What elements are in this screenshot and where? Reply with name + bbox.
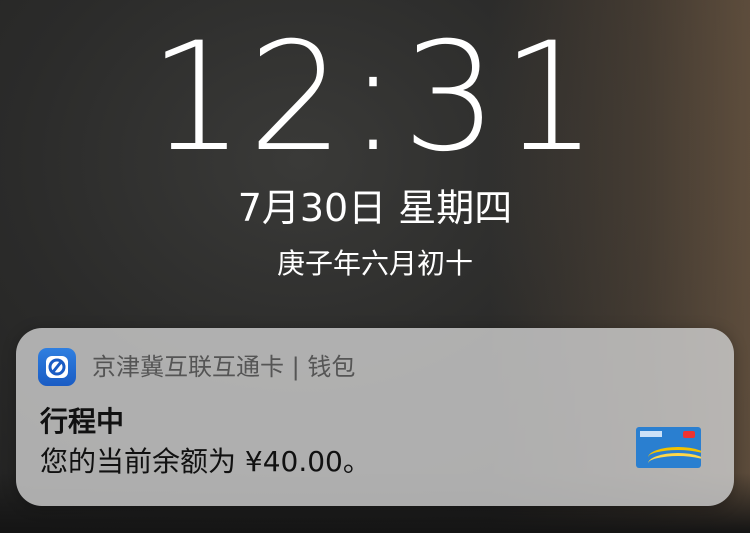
lockscreen-time: 12:31 [148, 11, 602, 185]
wallet-notification[interactable]: 京津冀互联互通卡 | 钱包 行程中 您的当前余额为 ¥40.00。 [16, 328, 734, 506]
notification-title: 行程中 [40, 405, 125, 438]
wallet-app-icon [38, 348, 76, 386]
notification-body: 您的当前余额为 ¥40.00。 [40, 445, 371, 478]
card-logo-text [640, 431, 662, 437]
notification-app-name: 京津冀互联互通卡 | 钱包 [92, 353, 356, 381]
lockscreen-date: 7月30日 星期四 [237, 186, 513, 230]
card-logo-badge [683, 431, 695, 438]
card-wave [648, 453, 701, 468]
transit-card-thumbnail [636, 427, 701, 468]
lockscreen-lunar-date: 庚子年六月初十 [276, 247, 473, 280]
